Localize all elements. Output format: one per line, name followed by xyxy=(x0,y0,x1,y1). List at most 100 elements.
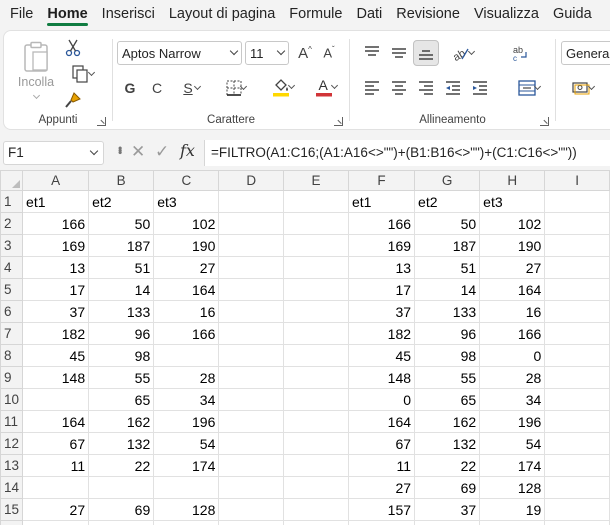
increase-font-button[interactable]: A^ xyxy=(294,41,316,65)
cell-E7[interactable] xyxy=(283,322,349,345)
cell-F4[interactable]: 13 xyxy=(347,256,416,279)
row-header[interactable]: 10 xyxy=(0,388,24,411)
cell-G6[interactable]: 133 xyxy=(414,300,481,323)
font-size-dropdown[interactable]: 11 xyxy=(245,41,289,65)
cell-E3[interactable] xyxy=(283,234,349,257)
row-header[interactable]: 14 xyxy=(0,476,24,499)
cell-F1[interactable]: et1 xyxy=(347,190,416,213)
cell-B15[interactable]: 69 xyxy=(88,498,155,521)
cell-I1[interactable] xyxy=(544,190,610,213)
cell-F13[interactable]: 11 xyxy=(347,454,416,477)
tab-layout-di-pagina[interactable]: Layout di pagina xyxy=(162,0,282,28)
cell-I2[interactable] xyxy=(544,212,610,235)
cell-A4[interactable]: 13 xyxy=(22,256,90,279)
cell-A3[interactable]: 169 xyxy=(22,234,90,257)
column-header-E[interactable]: E xyxy=(283,170,349,191)
cell-D1[interactable] xyxy=(218,190,285,213)
row-header[interactable]: 4 xyxy=(0,256,24,279)
cell-H6[interactable]: 16 xyxy=(479,300,546,323)
cancel-icon[interactable]: ✕ xyxy=(131,142,145,162)
row-header[interactable]: 6 xyxy=(0,300,24,323)
cell-B10[interactable]: 65 xyxy=(88,388,155,411)
cell-D8[interactable] xyxy=(218,344,285,367)
cell-H14[interactable]: 128 xyxy=(479,476,546,499)
cell-A12[interactable]: 67 xyxy=(22,432,90,455)
cell-A11[interactable]: 164 xyxy=(22,410,90,433)
cell-I9[interactable] xyxy=(544,366,610,389)
bold-button[interactable]: G xyxy=(119,76,141,100)
column-header-A[interactable]: A xyxy=(22,170,90,191)
cell-G14[interactable]: 69 xyxy=(414,476,481,499)
decrease-font-button[interactable]: Aˇ xyxy=(318,41,340,65)
tab-revisione[interactable]: Revisione xyxy=(389,0,467,28)
cell-E8[interactable] xyxy=(283,344,349,367)
cell-A10[interactable] xyxy=(22,388,90,411)
cell-D5[interactable] xyxy=(218,278,285,301)
tab-inserisci[interactable]: Inserisci xyxy=(95,0,162,28)
cell-G8[interactable]: 98 xyxy=(414,344,481,367)
cell-F14[interactable]: 27 xyxy=(347,476,416,499)
cell-F7[interactable]: 182 xyxy=(347,322,416,345)
cell-H7[interactable]: 166 xyxy=(479,322,546,345)
format-painter-button[interactable] xyxy=(62,89,84,111)
cell-E2[interactable] xyxy=(283,212,349,235)
row-header[interactable]: 16 xyxy=(0,520,24,525)
cell-A6[interactable]: 37 xyxy=(22,300,90,323)
row-header[interactable]: 12 xyxy=(0,432,24,455)
cell-A14[interactable] xyxy=(22,476,90,499)
cell-C1[interactable]: et3 xyxy=(153,190,220,213)
fill-color-button[interactable] xyxy=(263,74,299,100)
decrease-indent-button[interactable] xyxy=(441,76,465,100)
cell-G15[interactable]: 37 xyxy=(414,498,481,521)
cell-F9[interactable]: 148 xyxy=(347,366,416,389)
column-header-B[interactable]: B xyxy=(88,170,155,191)
row-header[interactable]: 9 xyxy=(0,366,24,389)
tab-dati[interactable]: Dati xyxy=(349,0,389,28)
cell-B16[interactable]: 37 xyxy=(88,520,155,525)
cell-D12[interactable] xyxy=(218,432,285,455)
cell-H8[interactable]: 0 xyxy=(479,344,546,367)
cell-I8[interactable] xyxy=(544,344,610,367)
number-format-dropdown[interactable]: Generale xyxy=(561,41,610,65)
row-header[interactable]: 13 xyxy=(0,454,24,477)
cell-A13[interactable]: 11 xyxy=(22,454,90,477)
formula-input[interactable]: =FILTRO(A1:C16;(A1:A16<>"")+(B1:B16<>"")… xyxy=(204,140,610,166)
cell-C11[interactable]: 196 xyxy=(153,410,220,433)
cell-B6[interactable]: 133 xyxy=(88,300,155,323)
cell-B9[interactable]: 55 xyxy=(88,366,155,389)
tab-guida[interactable]: Guida xyxy=(546,0,599,28)
column-header-D[interactable]: D xyxy=(218,170,285,191)
increase-indent-button[interactable] xyxy=(468,76,492,100)
align-top-button[interactable] xyxy=(360,41,384,65)
row-header[interactable]: 8 xyxy=(0,344,24,367)
cell-F11[interactable]: 164 xyxy=(347,410,416,433)
cell-G13[interactable]: 22 xyxy=(414,454,481,477)
row-header[interactable]: 1 xyxy=(0,190,24,213)
cell-G5[interactable]: 14 xyxy=(414,278,481,301)
cell-I4[interactable] xyxy=(544,256,610,279)
cell-C2[interactable]: 102 xyxy=(153,212,220,235)
cell-C5[interactable]: 164 xyxy=(153,278,220,301)
orientation-button[interactable]: ab xyxy=(444,41,478,65)
cell-H11[interactable]: 196 xyxy=(479,410,546,433)
cell-H13[interactable]: 174 xyxy=(479,454,546,477)
name-box[interactable]: F1 xyxy=(3,141,104,165)
appunti-launcher-icon[interactable] xyxy=(97,117,106,126)
row-header[interactable]: 15 xyxy=(0,498,24,521)
cell-H2[interactable]: 102 xyxy=(479,212,546,235)
more-options-icon[interactable]: ••• xyxy=(113,146,127,153)
cell-D2[interactable] xyxy=(218,212,285,235)
cell-I15[interactable] xyxy=(544,498,610,521)
cell-C15[interactable]: 128 xyxy=(153,498,220,521)
cell-I14[interactable] xyxy=(544,476,610,499)
cell-D3[interactable] xyxy=(218,234,285,257)
cell-C3[interactable]: 190 xyxy=(153,234,220,257)
cell-A8[interactable]: 45 xyxy=(22,344,90,367)
cell-H16[interactable] xyxy=(479,520,546,525)
cell-E9[interactable] xyxy=(283,366,349,389)
column-header-H[interactable]: H xyxy=(479,170,546,191)
cell-C8[interactable] xyxy=(153,344,220,367)
cell-I12[interactable] xyxy=(544,432,610,455)
wrap-text-button[interactable]: ab c xyxy=(507,41,533,65)
cell-C4[interactable]: 27 xyxy=(153,256,220,279)
